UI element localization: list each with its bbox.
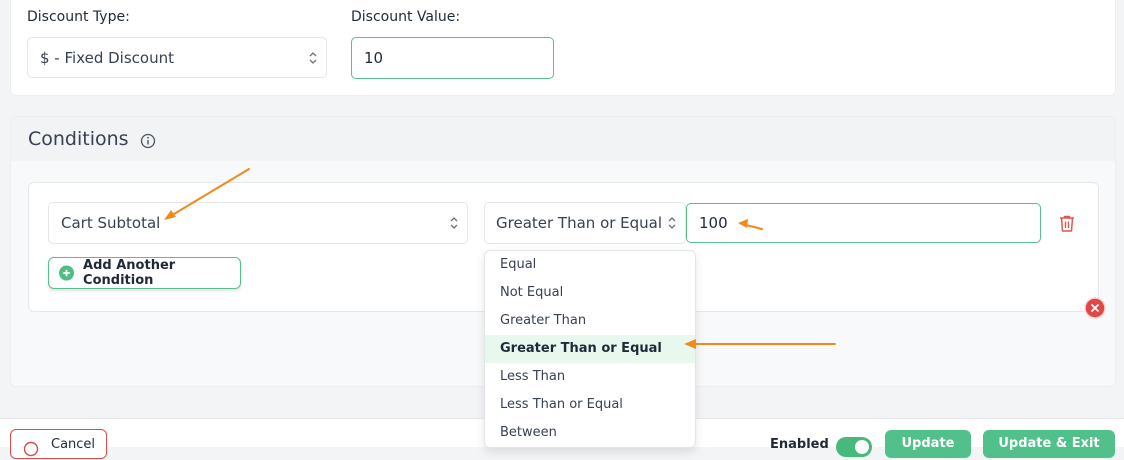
plus-circle-icon bbox=[59, 265, 75, 281]
conditions-header bbox=[11, 117, 1115, 161]
condition-operator-select[interactable]: Greater Than or Equal bbox=[484, 202, 686, 244]
chevron-updown-icon bbox=[309, 51, 317, 64]
add-condition-label: Add Another Condition bbox=[83, 258, 176, 288]
condition-field-select[interactable]: Cart Subtotal bbox=[48, 202, 468, 244]
cancel-label: Cancel bbox=[51, 437, 96, 452]
close-circle-icon[interactable] bbox=[1084, 297, 1106, 319]
update-exit-label: Update & Exit bbox=[998, 436, 1100, 451]
trash-icon[interactable] bbox=[1058, 214, 1076, 233]
operator-option[interactable]: Less Than or Equal bbox=[485, 391, 695, 419]
chevron-updown-icon bbox=[668, 217, 676, 229]
discount-value-label: Discount Value: bbox=[351, 9, 461, 25]
enabled-toggle[interactable] bbox=[836, 437, 872, 457]
discount-value-input[interactable]: 10 bbox=[351, 37, 554, 79]
operator-option[interactable]: Between bbox=[485, 419, 695, 447]
operator-option[interactable]: Equal bbox=[485, 251, 695, 279]
operator-option[interactable]: Less Than bbox=[485, 363, 695, 391]
add-condition-button[interactable]: Add Another Condition bbox=[48, 257, 241, 289]
operator-option[interactable]: Not Equal bbox=[485, 279, 695, 307]
update-button[interactable]: Update bbox=[885, 430, 971, 458]
operator-option-selected[interactable]: Greater Than or Equal bbox=[485, 335, 695, 363]
condition-field-value: Cart Subtotal bbox=[61, 214, 161, 232]
discount-type-label: Discount Type: bbox=[27, 9, 130, 25]
cancel-icon bbox=[23, 441, 39, 457]
discount-type-select[interactable]: $ - Fixed Discount bbox=[27, 37, 327, 78]
condition-amount-input[interactable]: 100 bbox=[686, 203, 1041, 243]
cancel-button[interactable]: Cancel bbox=[10, 429, 107, 459]
conditions-title: Conditions bbox=[28, 128, 129, 150]
chevron-updown-icon bbox=[450, 217, 458, 229]
operator-option[interactable]: Greater Than bbox=[485, 307, 695, 335]
condition-operator-value: Greater Than or Equal bbox=[496, 214, 663, 232]
update-label: Update bbox=[901, 436, 955, 451]
info-icon[interactable] bbox=[140, 133, 156, 149]
operator-dropdown[interactable]: Equal Not Equal Greater Than Greater Tha… bbox=[484, 250, 696, 448]
condition-amount-text: 100 bbox=[699, 214, 728, 232]
enabled-label: Enabled bbox=[770, 437, 829, 452]
update-exit-button[interactable]: Update & Exit bbox=[983, 430, 1115, 458]
discount-type-value: $ - Fixed Discount bbox=[40, 48, 174, 67]
discount-value-text: 10 bbox=[364, 49, 384, 67]
